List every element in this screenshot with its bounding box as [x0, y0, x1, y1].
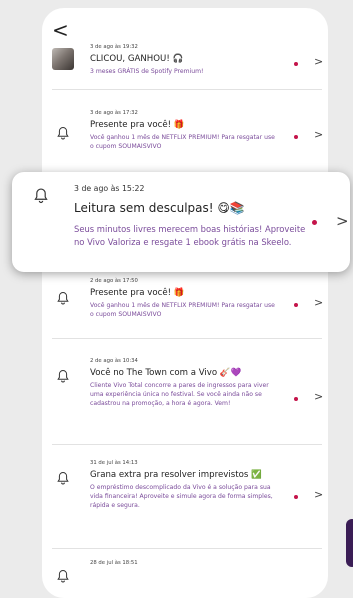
bell-icon: [52, 365, 74, 387]
notification-time: 3 de ago às 17:32: [90, 110, 138, 116]
notification-body: Cliente Vivo Total concorre a pares de i…: [90, 382, 269, 407]
notification-body: Seus minutos livres merecem boas históri…: [74, 224, 306, 247]
chevron-right-icon[interactable]: >: [314, 55, 323, 68]
notification-title: Presente pra você! 🎁: [90, 288, 185, 298]
notification-body: 3 meses GRÁTIS de Spotify Premium!: [90, 68, 204, 75]
bell-icon: [33, 185, 49, 205]
notification-time: 31 de jul às 14:13: [90, 460, 138, 466]
bell-icon: [52, 565, 74, 587]
unread-dot: [294, 303, 298, 307]
notification-body: Você ganhou 1 mês de NETFLIX PREMIUM! Pa…: [90, 134, 275, 150]
unread-dot: [294, 495, 298, 499]
notification-title: Você no The Town com a Vivo 🎸💜: [90, 368, 242, 378]
notification-title: Grana extra pra resolver imprevistos ✅: [90, 470, 262, 480]
notification-title: CLICOU, GANHOU! 🎧: [90, 54, 184, 64]
notifications-screen: < 3 de ago às 19:32 CLICOU, GANHOU! 🎧 3 …: [42, 8, 328, 598]
unread-dot: [294, 62, 298, 66]
notification-item[interactable]: 3 de ago às 17:32 Presente pra você! 🎁 V…: [52, 110, 323, 179]
chevron-right-icon[interactable]: >: [314, 488, 323, 501]
unread-dot: [294, 397, 298, 401]
unread-dot: [312, 220, 317, 225]
avatar: [52, 48, 74, 70]
highlighted-notification[interactable]: 3 de ago às 15:22 Leitura sem desculpas!…: [12, 172, 350, 272]
chevron-right-icon[interactable]: >: [314, 390, 323, 403]
unread-dot: [294, 135, 298, 139]
notification-time: 2 de ago às 10:34: [90, 358, 138, 364]
notification-title: Presente pra você! 🎁: [90, 120, 185, 130]
chevron-right-icon[interactable]: >: [314, 128, 323, 141]
notification-body: O empréstimo descomplicado da Vivo é a s…: [90, 484, 273, 509]
notification-body: Você ganhou 1 mês de NETFLIX PREMIUM! Pa…: [90, 302, 275, 318]
notification-item[interactable]: 2 de ago às 10:34 Você no The Town com a…: [52, 358, 323, 445]
notification-item[interactable]: 3 de ago às 19:32 CLICOU, GANHOU! 🎧 3 me…: [52, 44, 323, 90]
floating-action-button[interactable]: [346, 519, 353, 567]
notification-time: 3 de ago às 15:22: [74, 184, 145, 193]
notification-item[interactable]: 31 de jul às 14:13 Grana extra pra resol…: [52, 460, 323, 549]
chevron-right-icon[interactable]: >: [314, 296, 323, 309]
notification-time: 2 de ago às 17:50: [90, 278, 138, 284]
notification-time: 28 de jul às 18:51: [90, 560, 138, 566]
notification-title: Leitura sem desculpas! 😋📚: [74, 201, 245, 215]
notification-item[interactable]: 2 de ago às 17:50 Presente pra você! 🎁 V…: [52, 278, 323, 339]
notification-time: 3 de ago às 19:32: [90, 44, 138, 50]
bell-icon: [52, 467, 74, 489]
chevron-left-icon[interactable]: <: [52, 20, 70, 42]
notification-item[interactable]: 28 de jul às 18:51: [52, 560, 322, 598]
chevron-right-icon[interactable]: >: [336, 212, 349, 230]
bell-icon: [52, 287, 74, 309]
bell-icon: [52, 122, 74, 144]
